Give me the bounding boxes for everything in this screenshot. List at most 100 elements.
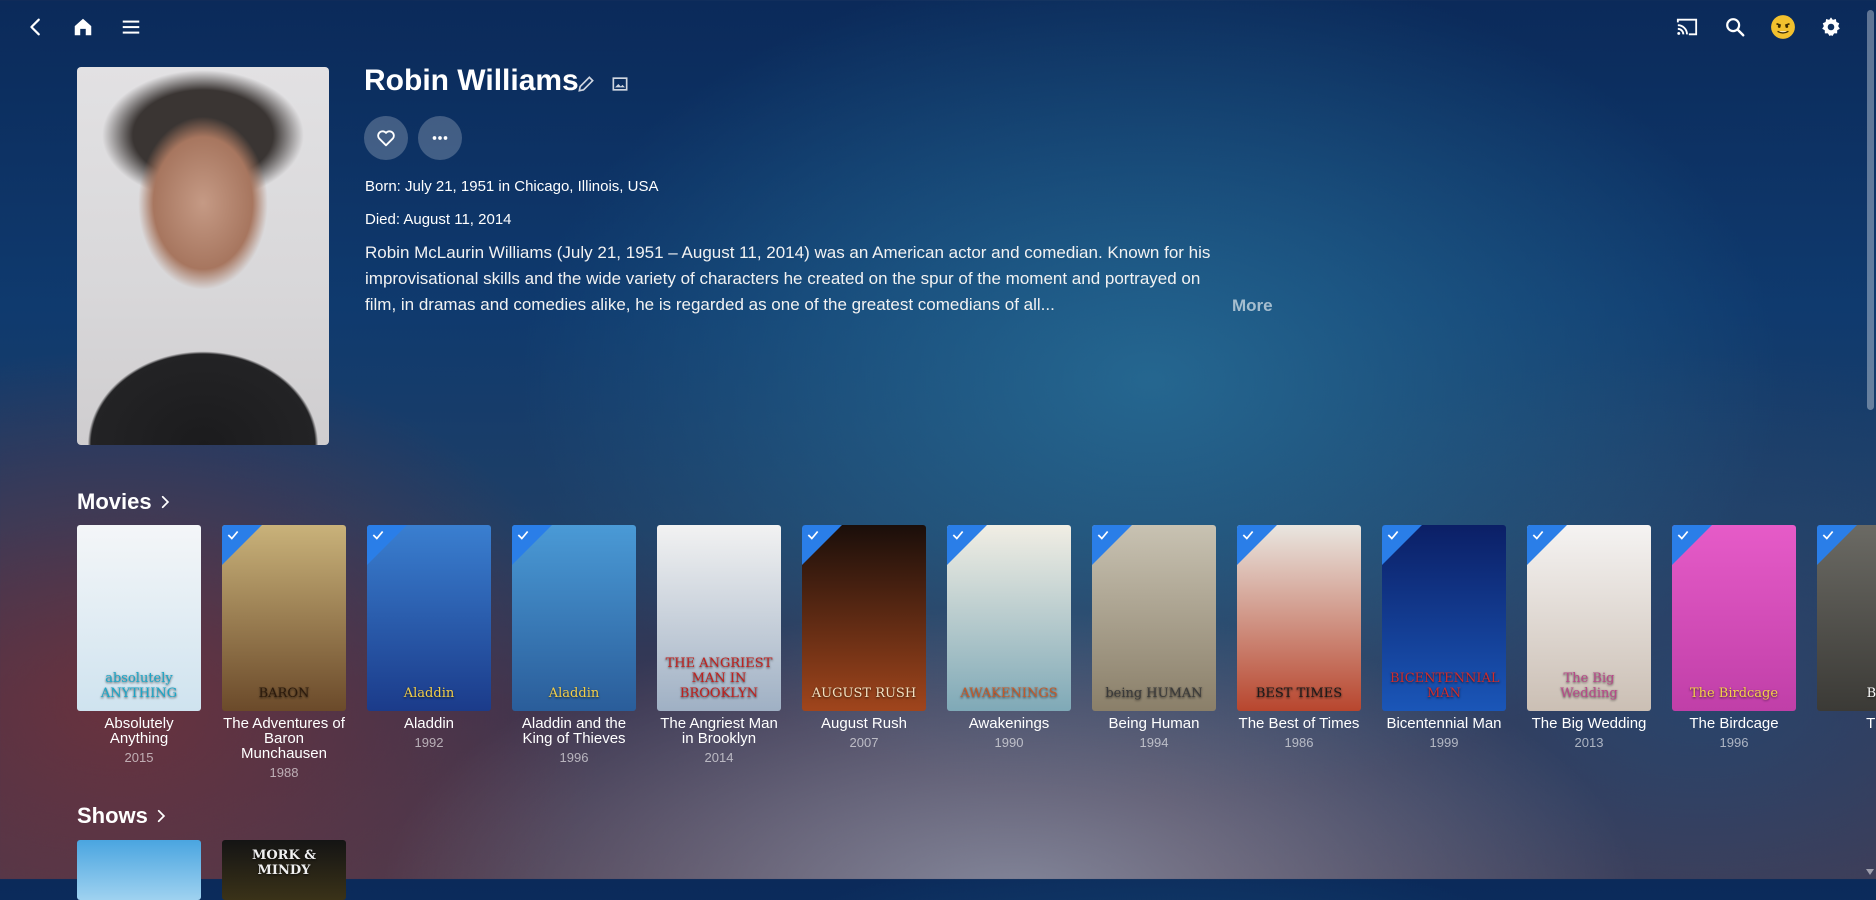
person-portrait — [77, 67, 329, 445]
movie-title: Aladdin and the King of Thieves — [521, 715, 627, 747]
poster-title-art: AUGUST RUSH — [811, 686, 917, 701]
movie-year: 1986 — [1284, 735, 1314, 750]
movie-year: 1990 — [994, 735, 1024, 750]
movie-year: 1996 — [559, 750, 589, 765]
movie-poster[interactable]: BICENTENNIAL MAN — [1382, 525, 1506, 711]
movie-poster[interactable]: The Birdcage — [1672, 525, 1796, 711]
movie-poster[interactable]: BARON — [222, 525, 346, 711]
poster-title-art: B U — [1866, 686, 1876, 701]
menu-button[interactable] — [115, 11, 147, 43]
movie-card[interactable]: Aladdin Aladdin and the King of Thieves 19… — [512, 525, 636, 765]
cast-button[interactable] — [1671, 11, 1703, 43]
show-title-art: MORK & MINDY — [251, 848, 317, 878]
movie-year: 1999 — [1429, 735, 1459, 750]
checkmark-icon — [1387, 530, 1399, 540]
chevron-right-icon — [157, 809, 166, 823]
movie-poster[interactable]: Aladdin — [367, 525, 491, 711]
show-card[interactable]: MORK & MINDY — [222, 840, 346, 900]
movie-title: Being Human — [1108, 715, 1200, 732]
poster-title-art: being HUMAN — [1105, 686, 1203, 701]
movie-year: 1994 — [1139, 735, 1169, 750]
movie-title: Bicentennial Man — [1386, 715, 1502, 732]
movie-title: The Big Wedding — [1531, 715, 1647, 732]
home-icon — [74, 18, 92, 36]
heart-icon — [377, 130, 395, 147]
movie-card[interactable]: THE ANGRIEST MAN IN BROOKLYN The Angriest… — [657, 525, 781, 765]
poster-title-art: Aladdin — [403, 686, 455, 701]
page-scrollbar[interactable] — [1864, 0, 1876, 879]
movies-section-title: Movies — [77, 489, 152, 514]
back-button[interactable] — [20, 11, 52, 43]
cast-icon — [1676, 18, 1698, 36]
menu-icon — [122, 20, 140, 34]
movie-year: 2007 — [849, 735, 879, 750]
movie-card[interactable]: AUGUST RUSH August Rush 2007 — [802, 525, 926, 750]
poster-title-art: The Birdcage — [1689, 686, 1779, 701]
more-options-button[interactable] — [418, 116, 462, 160]
edit-button[interactable] — [576, 74, 596, 94]
movie-poster[interactable]: Aladdin — [512, 525, 636, 711]
movie-title: The Best of Times — [1238, 715, 1360, 732]
scroll-down-arrow-icon[interactable] — [1866, 869, 1874, 875]
poster-title-art: THE ANGRIEST MAN IN BROOKLYN — [665, 656, 773, 701]
image-icon — [612, 77, 628, 91]
movie-card[interactable]: BARON The Adventures of Baron Munchausen 1… — [222, 525, 346, 780]
poster-title-art: AWAKENINGS — [960, 686, 1058, 701]
shows-section-header[interactable]: Shows — [77, 803, 168, 829]
checkmark-icon — [1677, 530, 1689, 540]
poster-title-art: BARON — [258, 686, 310, 701]
checkmark-icon — [1822, 530, 1834, 540]
movie-card[interactable]: B U The — [1817, 525, 1876, 735]
movie-card[interactable]: Aladdin Aladdin 1992 — [367, 525, 491, 750]
movie-poster[interactable]: BEST TIMES — [1237, 525, 1361, 711]
movie-poster[interactable]: THE ANGRIEST MAN IN BROOKLYN — [657, 525, 781, 711]
person-name: Robin Williams — [364, 64, 579, 97]
show-card[interactable] — [77, 840, 201, 900]
movie-card[interactable]: AWAKENINGS Awakenings 1990 — [947, 525, 1071, 750]
movies-section-header[interactable]: Movies — [77, 489, 172, 515]
edit-image-button[interactable] — [610, 74, 630, 94]
movie-year: 1996 — [1719, 735, 1749, 750]
checkmark-icon — [1242, 530, 1254, 540]
favorite-button[interactable] — [364, 116, 408, 160]
checkmark-icon — [807, 530, 819, 540]
checkmark-icon — [1532, 530, 1544, 540]
movie-card[interactable]: The Big Wedding The Big Wedding 2013 — [1527, 525, 1651, 750]
bio-more-link[interactable]: More — [1232, 296, 1273, 316]
movie-title: Absolutely Anything — [104, 715, 174, 747]
poster-title-art: The Big Wedding — [1560, 671, 1618, 701]
movie-title: The — [1866, 715, 1876, 732]
home-button[interactable] — [67, 11, 99, 43]
movie-year: 2014 — [704, 750, 734, 765]
movie-card[interactable]: The Birdcage The Birdcage 1996 — [1672, 525, 1796, 750]
movie-title: Aladdin — [403, 715, 455, 732]
movie-poster[interactable]: being HUMAN — [1092, 525, 1216, 711]
user-avatar-button[interactable] — [1767, 11, 1799, 43]
checkmark-icon — [517, 530, 529, 540]
movie-card[interactable]: BICENTENNIAL MAN Bicentennial Man 1999 — [1382, 525, 1506, 750]
poster-title-art: BICENTENNIAL MAN — [1390, 671, 1500, 701]
movie-title: Awakenings — [968, 715, 1050, 732]
ellipsis-icon — [432, 136, 448, 140]
movie-card[interactable]: being HUMAN Being Human 1994 — [1092, 525, 1216, 750]
movie-title: August Rush — [821, 715, 907, 732]
movie-card[interactable]: BEST TIMES The Best of Times 1986 — [1237, 525, 1361, 750]
scrollbar-thumb[interactable] — [1867, 10, 1874, 410]
movie-title: The Adventures of Baron Munchausen — [223, 715, 345, 762]
movie-poster[interactable]: AWAKENINGS — [947, 525, 1071, 711]
movie-poster[interactable]: B U — [1817, 525, 1876, 711]
movie-year: 2015 — [124, 750, 154, 765]
search-button[interactable] — [1719, 11, 1751, 43]
person-biography: Robin McLaurin Williams (July 21, 1951 –… — [365, 243, 1211, 314]
settings-button[interactable] — [1815, 11, 1847, 43]
died-info: Died: August 11, 2014 — [365, 211, 512, 228]
movie-poster[interactable]: absolutely ANYTHING — [77, 525, 201, 711]
movie-poster[interactable]: The Big Wedding — [1527, 525, 1651, 711]
movie-title: The Birdcage — [1689, 715, 1779, 732]
movie-card[interactable]: absolutely ANYTHING Absolutely Anything 20… — [77, 525, 201, 765]
checkmark-icon — [372, 530, 384, 540]
poster-title-art: absolutely ANYTHING — [100, 671, 178, 701]
movie-title: The Angriest Man in Brooklyn — [660, 715, 778, 747]
movie-poster[interactable]: AUGUST RUSH — [802, 525, 926, 711]
poster-title-art: BEST TIMES — [1255, 686, 1343, 701]
